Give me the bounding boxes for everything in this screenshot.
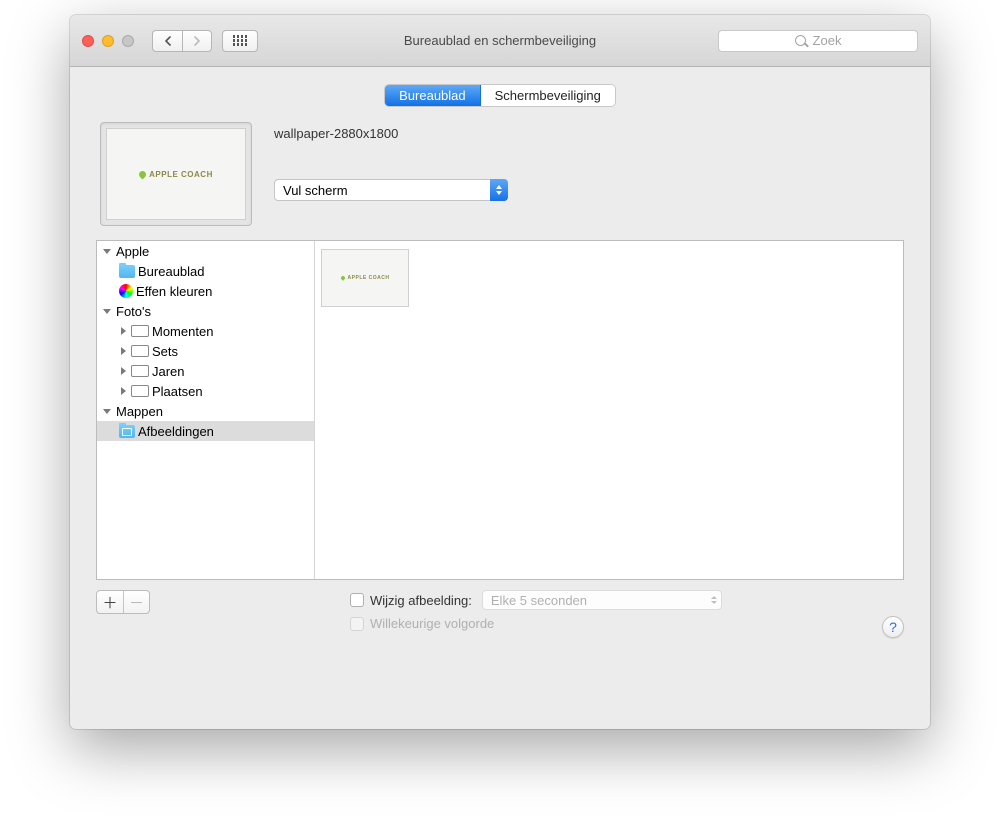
select-stepper-icon bbox=[711, 596, 717, 604]
show-all-button[interactable] bbox=[222, 30, 258, 52]
tree-label: Afbeeldingen bbox=[138, 424, 214, 439]
titlebar: Bureaublad en schermbeveiliging Zoek bbox=[70, 15, 930, 67]
fill-mode-value: Vul scherm bbox=[283, 183, 348, 198]
tree-item-solid-colors[interactable]: Effen kleuren bbox=[97, 281, 314, 301]
search-placeholder: Zoek bbox=[813, 33, 842, 48]
top-row: APPLE COACH wallpaper-2880x1800 Vul sche… bbox=[96, 122, 904, 226]
tree-label: Jaren bbox=[152, 364, 185, 379]
interval-value: Elke 5 seconden bbox=[491, 593, 587, 608]
search-input[interactable]: Zoek bbox=[718, 30, 918, 52]
disclosure-right-icon bbox=[121, 367, 126, 375]
tree-label: Bureaublad bbox=[138, 264, 205, 279]
change-picture-checkbox[interactable] bbox=[350, 593, 364, 607]
tree-item-sets[interactable]: Sets bbox=[97, 341, 314, 361]
thumbnail-logo-text: APPLE COACH bbox=[341, 275, 390, 281]
back-button[interactable] bbox=[152, 30, 182, 52]
disclosure-right-icon bbox=[121, 327, 126, 335]
wallpaper-preview-image: APPLE COACH bbox=[106, 128, 246, 220]
zoom-icon bbox=[122, 35, 134, 47]
minimize-icon[interactable] bbox=[102, 35, 114, 47]
preview-logo-text: APPLE COACH bbox=[139, 170, 213, 179]
tree-item-places[interactable]: Plaatsen bbox=[97, 381, 314, 401]
content: APPLE COACH wallpaper-2880x1800 Vul sche… bbox=[70, 106, 930, 637]
traffic-lights bbox=[82, 35, 134, 47]
tree-label: Momenten bbox=[152, 324, 213, 339]
tree-label: Apple bbox=[116, 244, 149, 259]
disclosure-down-icon bbox=[103, 249, 111, 254]
tree-group-apple[interactable]: Apple bbox=[97, 241, 314, 261]
tree-item-moments[interactable]: Momenten bbox=[97, 321, 314, 341]
random-order-checkbox bbox=[350, 617, 364, 631]
tree-item-years[interactable]: Jaren bbox=[97, 361, 314, 381]
tab-control: Bureaublad Schermbeveiliging bbox=[385, 85, 615, 106]
disclosure-down-icon bbox=[103, 409, 111, 414]
change-options: Wijzig afbeelding: Elke 5 seconden Wille… bbox=[350, 590, 722, 637]
tab-screensaver[interactable]: Schermbeveiliging bbox=[480, 85, 615, 106]
collection-icon bbox=[131, 345, 149, 357]
forward-button bbox=[182, 30, 212, 52]
split-view: Apple Bureaublad Effen kleuren Foto's bbox=[96, 240, 904, 580]
change-picture-label: Wijzig afbeelding: bbox=[370, 593, 472, 608]
tree-label: Plaatsen bbox=[152, 384, 203, 399]
remove-button: － bbox=[123, 591, 149, 613]
tree-item-pictures[interactable]: Afbeeldingen bbox=[97, 421, 314, 441]
interval-select: Elke 5 seconden bbox=[482, 590, 722, 610]
random-order-row: Willekeurige volgorde bbox=[350, 616, 722, 631]
fill-mode-select[interactable]: Vul scherm bbox=[274, 179, 508, 201]
image-grid: APPLE COACH bbox=[315, 241, 903, 579]
tab-desktop[interactable]: Bureaublad bbox=[385, 85, 480, 106]
right-column: wallpaper-2880x1800 Vul scherm bbox=[274, 122, 904, 201]
search-icon bbox=[795, 34, 809, 48]
bottom-row: ＋ － Wijzig afbeelding: Elke 5 seconden bbox=[96, 590, 904, 637]
add-remove-group: ＋ － bbox=[96, 590, 150, 614]
tab-row: Bureaublad Schermbeveiliging bbox=[70, 85, 930, 106]
image-thumbnail[interactable]: APPLE COACH bbox=[321, 249, 409, 307]
folder-icon bbox=[119, 265, 135, 278]
nav-group bbox=[152, 30, 212, 52]
random-order-label: Willekeurige volgorde bbox=[370, 616, 494, 631]
help-button[interactable]: ? bbox=[882, 616, 904, 638]
change-picture-row: Wijzig afbeelding: Elke 5 seconden bbox=[350, 590, 722, 610]
tree-label: Effen kleuren bbox=[136, 284, 212, 299]
tree-group-folders[interactable]: Mappen bbox=[97, 401, 314, 421]
disclosure-down-icon bbox=[103, 309, 111, 314]
select-stepper-icon bbox=[490, 179, 508, 201]
collection-icon bbox=[131, 365, 149, 377]
tree-label: Mappen bbox=[116, 404, 163, 419]
collection-icon bbox=[131, 325, 149, 337]
color-wheel-icon bbox=[119, 284, 133, 298]
pictures-folder-icon bbox=[119, 425, 135, 438]
tree-label: Sets bbox=[152, 344, 178, 359]
source-sidebar: Apple Bureaublad Effen kleuren Foto's bbox=[97, 241, 315, 579]
disclosure-right-icon bbox=[121, 387, 126, 395]
close-icon[interactable] bbox=[82, 35, 94, 47]
wallpaper-preview: APPLE COACH bbox=[100, 122, 252, 226]
preferences-window: Bureaublad en schermbeveiliging Zoek Bur… bbox=[70, 15, 930, 729]
wallpaper-name: wallpaper-2880x1800 bbox=[274, 126, 904, 141]
tree-label: Foto's bbox=[116, 304, 151, 319]
tree-item-desktop[interactable]: Bureaublad bbox=[97, 261, 314, 281]
window-title: Bureaublad en schermbeveiliging bbox=[404, 33, 596, 48]
grid-icon bbox=[233, 35, 248, 46]
tree-group-photos[interactable]: Foto's bbox=[97, 301, 314, 321]
add-button[interactable]: ＋ bbox=[97, 591, 123, 613]
disclosure-right-icon bbox=[121, 347, 126, 355]
collection-icon bbox=[131, 385, 149, 397]
